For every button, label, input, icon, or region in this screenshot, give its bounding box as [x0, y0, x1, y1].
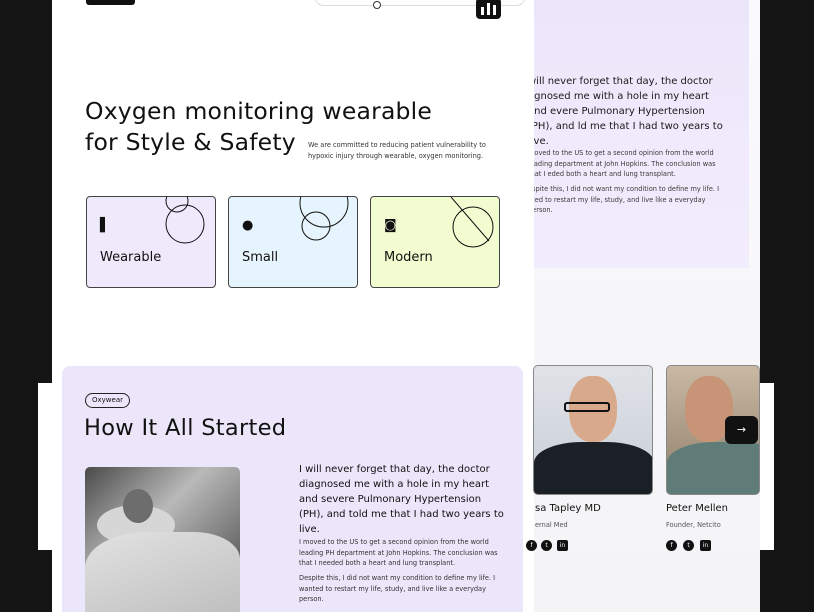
feature-label: Small [242, 250, 279, 265]
background-quote: will never forget that day, the doctor a… [534, 76, 723, 147]
twitter-icon[interactable]: t [541, 540, 552, 551]
background-page: will never forget that day, the doctor a… [534, 0, 760, 612]
top-button[interactable] [86, 0, 135, 5]
hero-subtitle: We are committed to reducing patient vul… [308, 141, 486, 160]
circle-icon [373, 1, 381, 9]
feature-card-modern: ◙ Modern [370, 196, 500, 288]
small-icon: ● [242, 218, 254, 233]
linkedin-icon[interactable]: in [557, 540, 568, 551]
main-card: Oxygen monitoring wearable for Style & S… [52, 0, 534, 612]
decorative-circles [450, 197, 494, 248]
background-strip [38, 383, 52, 550]
modern-icon: ◙ [384, 218, 397, 233]
linkedin-icon[interactable]: in [700, 540, 711, 551]
wearable-icon: ▌ [100, 218, 110, 233]
next-arrow-button[interactable]: → [725, 416, 758, 444]
facebook-icon[interactable]: f [526, 540, 537, 551]
twitter-icon[interactable]: t [683, 540, 694, 551]
decorative-circles [165, 197, 205, 244]
team-member-photo[interactable] [533, 365, 653, 495]
story-paragraph: I moved to the US to get a second opinio… [299, 538, 498, 568]
story-title: How It All Started [84, 415, 287, 441]
background-paragraph: moved to the US to get a second opinion … [534, 149, 716, 179]
decorative-circles [299, 197, 349, 241]
story-paragraph: Despite this, I did not want my conditio… [299, 574, 496, 604]
story-section: Oxywear How It All Started I will never … [62, 366, 523, 612]
team-member-role: ernal Med [535, 521, 568, 529]
bar-chart-icon[interactable] [476, 0, 501, 19]
team-member-role: Founder, Netcito [666, 521, 721, 529]
team-member-name: sa Tapley MD [535, 503, 601, 514]
background-story-block: will never forget that day, the doctor a… [534, 0, 749, 268]
facebook-icon[interactable]: f [666, 540, 677, 551]
patient-photo [85, 467, 240, 612]
story-tag: Oxywear [85, 393, 130, 408]
feature-card-wearable: ▌ Wearable [86, 196, 216, 288]
team-member-name: Peter Mellen [666, 503, 729, 514]
background-paragraph: espite this, I did not want my condition… [534, 185, 720, 215]
story-quote: I will never forget that day, the doctor… [299, 464, 504, 535]
background-strip [760, 383, 774, 550]
feature-card-small: ● Small [228, 196, 358, 288]
feature-label: Modern [384, 250, 433, 265]
feature-label: Wearable [100, 250, 162, 265]
